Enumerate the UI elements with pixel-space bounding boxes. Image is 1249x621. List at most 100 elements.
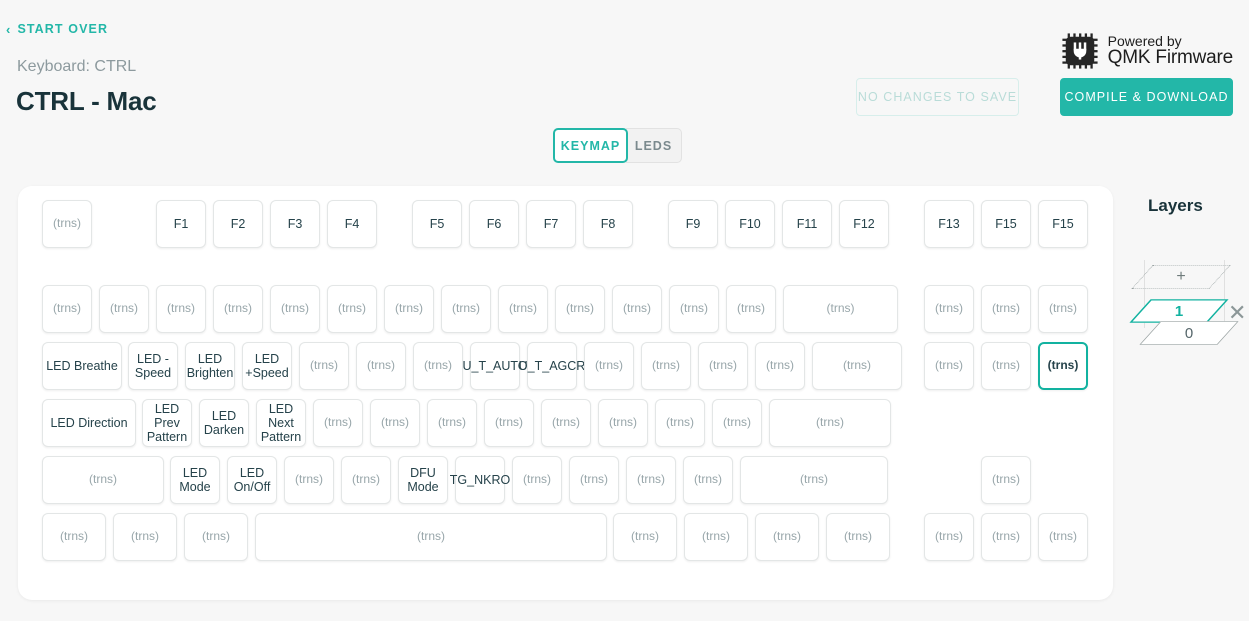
key-label: (trns)	[702, 529, 730, 544]
key[interactable]: (trns)	[698, 342, 748, 390]
key-label: (trns)	[338, 301, 366, 316]
key[interactable]: LED Next Pattern	[256, 399, 306, 447]
key[interactable]: (trns)	[255, 513, 607, 561]
key[interactable]: (trns)	[341, 456, 391, 504]
key[interactable]: (trns)	[42, 456, 164, 504]
key[interactable]: (trns)	[484, 399, 534, 447]
tab-keymap[interactable]: KEYMAP	[553, 128, 628, 163]
key[interactable]: F12	[839, 200, 889, 248]
key[interactable]: (trns)	[370, 399, 420, 447]
key[interactable]: (trns)	[441, 285, 491, 333]
key[interactable]: (trns)	[313, 399, 363, 447]
key[interactable]: (trns)	[1038, 285, 1088, 333]
key[interactable]: (trns)	[655, 399, 705, 447]
save-button[interactable]: NO CHANGES TO SAVE	[856, 78, 1019, 116]
key[interactable]: (trns)	[99, 285, 149, 333]
tab-leds[interactable]: LEDS	[626, 128, 682, 163]
key[interactable]: (trns)	[413, 342, 463, 390]
key-label: (trns)	[395, 301, 423, 316]
key[interactable]: (trns)	[669, 285, 719, 333]
key[interactable]: F4	[327, 200, 377, 248]
add-layer-button[interactable]: +	[1131, 258, 1231, 296]
key[interactable]: (trns)	[924, 342, 974, 390]
key[interactable]: (trns)	[981, 456, 1031, 504]
key[interactable]: LED On/Off	[227, 456, 277, 504]
key[interactable]: (trns)	[42, 513, 106, 561]
key[interactable]: (trns)	[683, 456, 733, 504]
key[interactable]: F10	[725, 200, 775, 248]
key[interactable]: (trns)	[641, 342, 691, 390]
key[interactable]: LED Darken	[199, 399, 249, 447]
key[interactable]: (trns)	[327, 285, 377, 333]
key-selected[interactable]: (trns)	[1038, 342, 1088, 390]
key[interactable]: (trns)	[783, 285, 898, 333]
compile-and-download-button[interactable]: COMPILE & DOWNLOAD	[1060, 78, 1233, 116]
key[interactable]: F6	[469, 200, 519, 248]
key[interactable]: LED Brighten	[185, 342, 235, 390]
key[interactable]: (trns)	[740, 456, 888, 504]
key[interactable]: LED Breathe	[42, 342, 122, 390]
key[interactable]: (trns)	[555, 285, 605, 333]
key[interactable]: (trns)	[755, 513, 819, 561]
key[interactable]: (trns)	[613, 513, 677, 561]
key[interactable]: (trns)	[384, 285, 434, 333]
key[interactable]: F13	[924, 200, 974, 248]
key[interactable]: F8	[583, 200, 633, 248]
layer-shape	[1131, 265, 1231, 289]
key[interactable]: F9	[668, 200, 718, 248]
key[interactable]: (trns)	[427, 399, 477, 447]
key[interactable]: (trns)	[42, 200, 92, 248]
key[interactable]: (trns)	[1038, 513, 1088, 561]
key[interactable]: TG_NKRO	[450, 456, 510, 504]
key[interactable]: F15	[1038, 200, 1088, 248]
key[interactable]: LED Prev Pattern	[142, 399, 192, 447]
key[interactable]: F2	[213, 200, 263, 248]
key[interactable]: (trns)	[981, 513, 1031, 561]
key[interactable]: (trns)	[924, 285, 974, 333]
key[interactable]: (trns)	[42, 285, 92, 333]
key[interactable]: LED +Speed	[242, 342, 292, 390]
key[interactable]: F3	[270, 200, 320, 248]
key[interactable]: F15	[981, 200, 1031, 248]
key[interactable]: (trns)	[769, 399, 891, 447]
key[interactable]: F11	[782, 200, 832, 248]
key[interactable]: LED Direction	[42, 399, 136, 447]
key[interactable]: (trns)	[612, 285, 662, 333]
key[interactable]: (trns)	[356, 342, 406, 390]
key[interactable]: (trns)	[924, 513, 974, 561]
key[interactable]: (trns)	[812, 342, 902, 390]
key[interactable]: (trns)	[113, 513, 177, 561]
key[interactable]: (trns)	[726, 285, 776, 333]
key[interactable]: F5	[412, 200, 462, 248]
key[interactable]: (trns)	[584, 342, 634, 390]
key[interactable]: (trns)	[755, 342, 805, 390]
key[interactable]: (trns)	[684, 513, 748, 561]
key[interactable]: (trns)	[541, 399, 591, 447]
key[interactable]: (trns)	[498, 285, 548, 333]
key[interactable]: (trns)	[213, 285, 263, 333]
key[interactable]: (trns)	[299, 342, 349, 390]
key[interactable]: U_T_AGCR	[519, 342, 585, 390]
key[interactable]: (trns)	[569, 456, 619, 504]
key[interactable]: (trns)	[598, 399, 648, 447]
key-label: (trns)	[800, 472, 828, 487]
key[interactable]: (trns)	[270, 285, 320, 333]
key[interactable]: (trns)	[626, 456, 676, 504]
key[interactable]: (trns)	[156, 285, 206, 333]
start-over-button[interactable]: ‹ START OVER	[6, 22, 108, 36]
key[interactable]: LED - Speed	[128, 342, 178, 390]
key[interactable]: (trns)	[826, 513, 890, 561]
key[interactable]: F1	[156, 200, 206, 248]
key[interactable]: (trns)	[981, 342, 1031, 390]
key[interactable]: LED Mode	[170, 456, 220, 504]
key[interactable]: U_T_AUTO	[462, 342, 528, 390]
layer-item-0[interactable]: 0	[1139, 314, 1239, 352]
key[interactable]: (trns)	[981, 285, 1031, 333]
delete-layer-button[interactable]: ✕	[1228, 302, 1246, 324]
key[interactable]: (trns)	[712, 399, 762, 447]
key[interactable]: F7	[526, 200, 576, 248]
key[interactable]: DFU Mode	[398, 456, 448, 504]
key[interactable]: (trns)	[512, 456, 562, 504]
key[interactable]: (trns)	[184, 513, 248, 561]
key[interactable]: (trns)	[284, 456, 334, 504]
